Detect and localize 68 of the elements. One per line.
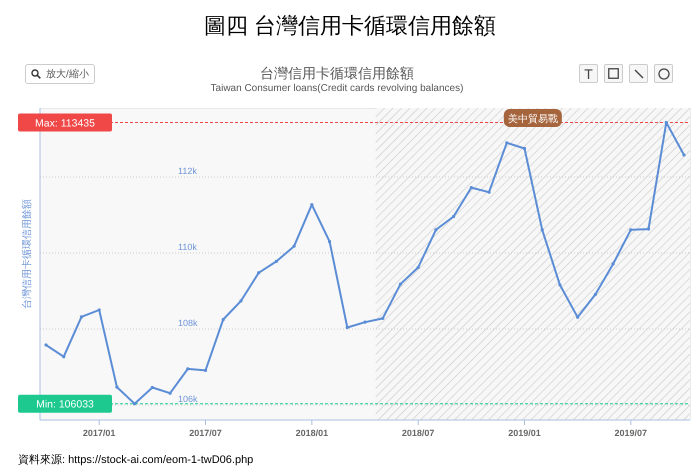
square-icon: [608, 68, 619, 79]
x-tick-label: 2019/07: [614, 428, 648, 438]
y-tick-label: 112k: [178, 166, 197, 176]
data-point: [558, 283, 562, 287]
data-point: [540, 228, 544, 232]
data-point: [257, 271, 260, 274]
data-point: [522, 146, 526, 150]
source-url: https://stock-ai.com/eom-1-twD06.php: [68, 452, 254, 468]
x-tick-label: 2017/07: [189, 428, 222, 438]
data-point: [434, 228, 438, 232]
reference-label: Min: 106033: [18, 394, 112, 413]
x-tick-label: 2019/01: [508, 428, 541, 438]
data-point: [274, 260, 278, 263]
data-point: [612, 262, 615, 266]
data-point: [239, 299, 243, 302]
diagonal-line-icon: [634, 68, 644, 78]
region-label: 美中貿易戰: [504, 109, 562, 127]
data-point: [168, 392, 172, 395]
ref-line-label: Min: 106033: [36, 398, 94, 411]
circle-tool-button[interactable]: [654, 64, 673, 83]
data-point: [594, 292, 597, 296]
y-tick-label: 110k: [178, 242, 197, 252]
data-point: [381, 316, 384, 320]
data-point: [222, 318, 225, 322]
chart-title: 台灣信用卡循環信用餘額: [260, 64, 414, 82]
data-point: [470, 186, 473, 190]
data-point: [328, 240, 332, 244]
data-point: [186, 367, 190, 370]
data-point: [115, 386, 118, 389]
x-tick-label: 2018/07: [402, 428, 434, 438]
line-tool-button[interactable]: [629, 64, 648, 83]
rectangle-tool-button[interactable]: [604, 64, 623, 83]
data-point: [646, 227, 650, 231]
y-tick-label: 106k: [178, 394, 198, 404]
data-point: [487, 190, 491, 194]
data-point: [505, 141, 508, 144]
data-point: [346, 326, 349, 330]
data-point: [80, 315, 84, 318]
data-point: [98, 308, 101, 312]
data-point: [664, 120, 668, 124]
x-tick-label: 2017/01: [82, 428, 116, 438]
text-tool-button[interactable]: T: [579, 64, 598, 83]
data-point: [204, 368, 208, 372]
data-point: [62, 355, 66, 358]
data-point: [398, 282, 402, 286]
search-icon: [31, 69, 41, 79]
data-point: [452, 214, 456, 218]
zoom-button[interactable]: 放大/縮小: [25, 64, 95, 84]
data-point: [310, 203, 314, 206]
data-point: [292, 244, 296, 248]
chart-subtitle: Taiwan Consumer loans(Credit cards revolving balances): [210, 82, 464, 96]
data-point: [629, 228, 632, 232]
source-label: 資料來源:: [18, 452, 66, 468]
data-point: [416, 266, 420, 270]
circle-icon: [658, 68, 670, 80]
data-point: [150, 386, 154, 390]
figure-title: 圖四 台灣信用卡循環信用餘額: [204, 12, 496, 40]
data-point: [133, 402, 136, 406]
annotation: 美中貿易戰: [508, 113, 558, 125]
y-axis-label: 台灣信用卡循環信用餘額: [22, 199, 33, 309]
data-point: [682, 153, 686, 157]
ref-line-label: Max: 113435: [35, 117, 96, 130]
reference-label: Max: 113435: [18, 113, 112, 132]
y-tick-label: 108k: [178, 318, 198, 328]
data-point: [363, 320, 367, 324]
x-tick-label: 2018/01: [296, 428, 328, 438]
data-point: [44, 343, 48, 347]
data-point: [576, 316, 580, 319]
